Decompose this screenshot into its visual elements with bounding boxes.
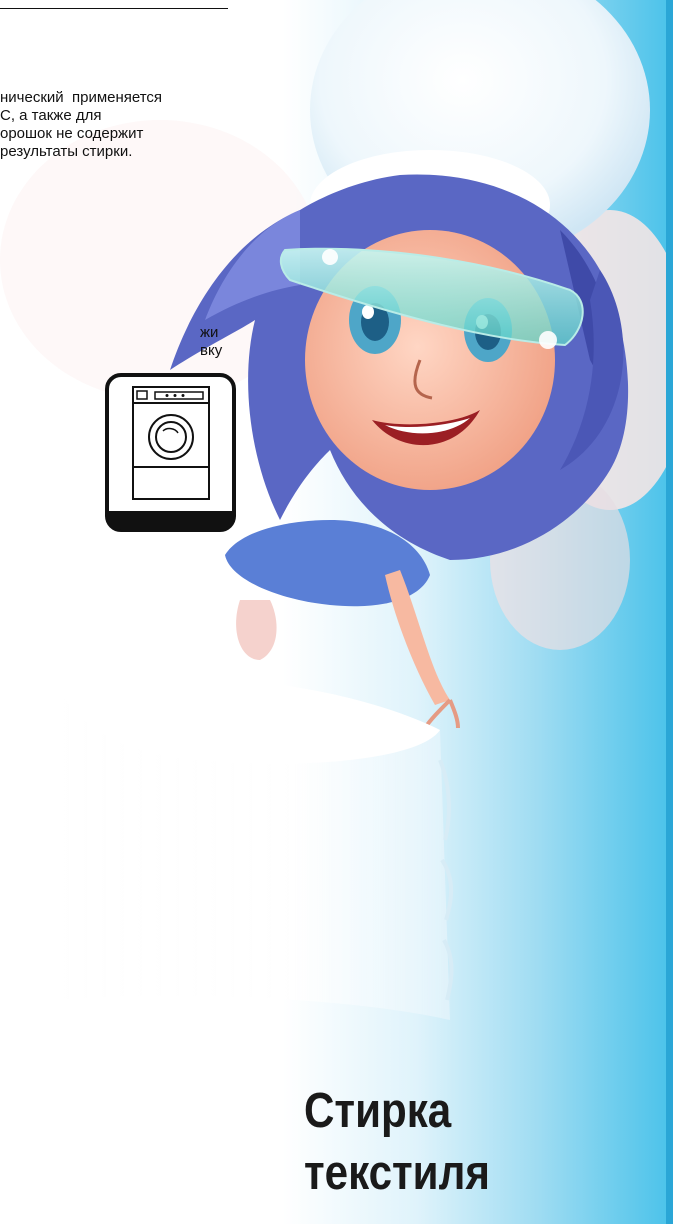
textile-stack xyxy=(60,677,454,1020)
text-line: орошок не содержит xyxy=(0,125,144,142)
text-line: С, а также для xyxy=(0,107,102,124)
text-line: вку xyxy=(200,342,223,359)
secondary-paragraph: жи вку xyxy=(0,324,222,360)
page-title: Стирка текстиля xyxy=(304,1080,490,1204)
text-line: нический применяется xyxy=(0,89,163,106)
top-rule xyxy=(0,8,228,9)
intro-paragraph: нический применяется С, а также для орош… xyxy=(0,89,162,161)
washing-machine-icon xyxy=(105,373,236,532)
fairy-illustration xyxy=(0,0,673,1224)
text-line: результаты стирки. xyxy=(0,143,133,160)
leaflet-page: нический применяется С, а также для орош… xyxy=(0,0,673,1224)
title-line-1: Стирка xyxy=(304,1084,452,1138)
text-line: жи xyxy=(200,324,219,341)
title-line-2: текстиля xyxy=(304,1146,490,1200)
